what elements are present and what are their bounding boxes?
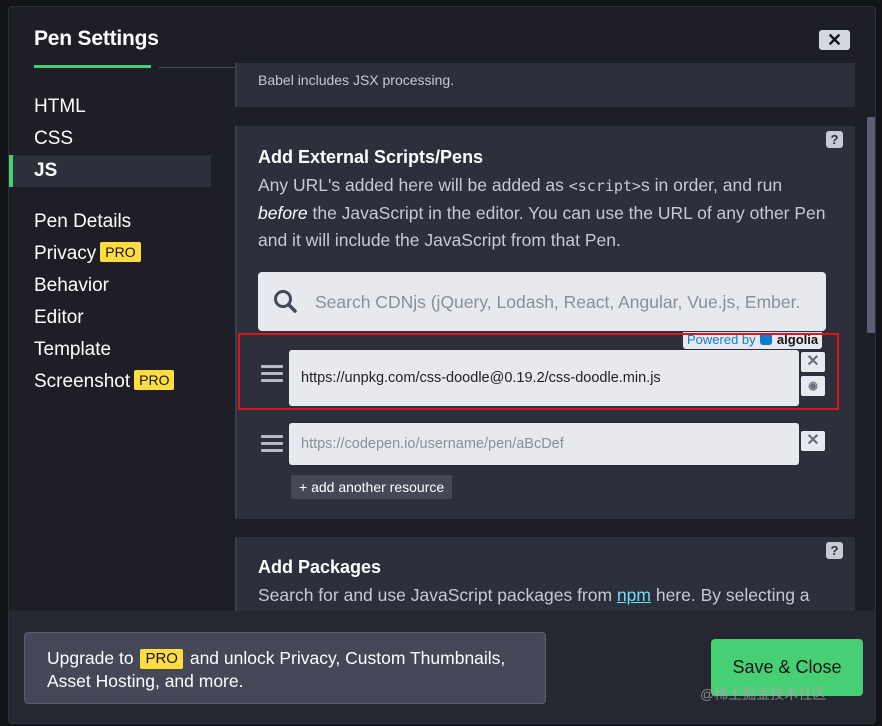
desc-text: s in order, and run [641,175,783,195]
watermark: @稀土掘金技术社区 [700,686,827,702]
sidebar-item-label: HTML [34,96,86,117]
resource-row: ✕ [237,423,837,483]
sidebar-item-label: CSS [34,128,74,149]
modal-footer: Upgrade to PRO and unlock Privacy, Custo… [9,611,875,723]
desc-text: here. By selecting a [650,585,810,605]
npm-link[interactable]: npm [617,585,651,605]
sidebar-item-label: Editor [34,307,84,328]
preprocessor-panel: Babel includes JSX processing. [235,63,855,107]
pro-badge: PRO [140,649,183,669]
search-icon [274,290,297,313]
add-resource-button[interactable]: + add another resource [291,475,453,499]
sidebar-item-privacy[interactable]: Privacy PRO [9,238,211,270]
sidebar-item-label: Privacy [34,243,97,264]
annotation-highlight-box [238,333,839,410]
upgrade-text: Upgrade to [47,648,139,668]
settings-sidebar: HTML CSS JS Pen Details Privacy PRO Behav… [9,91,211,398]
backdrop-fragment [0,284,6,292]
desc-text: Any URL's added here will be added as [258,175,569,195]
upgrade-banner[interactable]: Upgrade to PRO and unlock Privacy, Custo… [24,632,546,704]
external-scripts-heading: Add External Scripts/Pens [258,147,484,167]
sidebar-item-js[interactable]: JS [9,155,211,187]
remove-resource-button[interactable]: ✕ [801,431,825,451]
sidebar-item-label: Screenshot [34,371,131,392]
sidebar-item-editor[interactable]: Editor [9,302,211,334]
sidebar-item-label: Template [34,339,112,360]
sidebar-item-screenshot[interactable]: Screenshot PRO [9,366,211,398]
modal-title: Pen Settings [34,27,159,50]
babel-note: Babel includes JSX processing. [258,72,455,88]
pro-badge: PRO [134,370,175,390]
desc-text: the JavaScript in the editor. You can us… [258,203,826,250]
sidebar-item-template[interactable]: Template [9,334,211,366]
sidebar-item-behavior[interactable]: Behavior [9,270,211,302]
help-icon[interactable]: ? [826,131,843,148]
drag-handle-icon[interactable] [261,435,283,456]
pro-badge: PRO [100,242,141,262]
external-scripts-description: Any URL's added here will be added as <s… [258,172,833,254]
cdnjs-search-input[interactable] [313,288,822,316]
content-scrollbar[interactable] [867,117,875,333]
external-scripts-panel: Add External Scripts/Pens ? Any URL's ad… [235,126,855,519]
sidebar-item-label: Behavior [34,275,109,296]
help-icon[interactable]: ? [826,542,843,559]
desc-text: Search for and use JavaScript packages f… [258,585,617,605]
sidebar-item-label: Pen Details [34,211,132,232]
resource-url-input[interactable] [289,423,799,465]
title-underline [34,65,151,68]
cdnjs-search [258,272,826,331]
script-tag-code: <script> [568,177,642,195]
sidebar-item-html[interactable]: HTML [9,91,211,123]
desc-emphasis: before [258,203,308,223]
sidebar-item-label: JS [34,160,58,181]
sidebar-item-css[interactable]: CSS [9,123,211,155]
sidebar-item-pen-details[interactable]: Pen Details [9,206,211,238]
packages-heading: Add Packages [258,557,382,577]
packages-description: Search for and use JavaScript packages f… [258,582,833,609]
close-button[interactable]: ✕ [819,30,850,50]
